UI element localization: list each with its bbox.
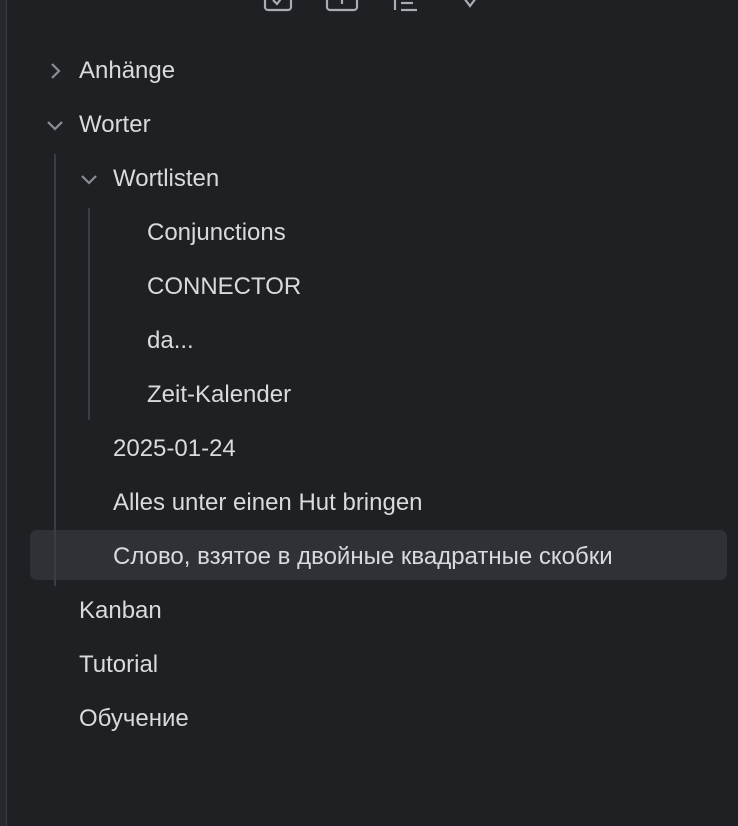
tree-folder-item[interactable]: Wortlisten — [0, 152, 738, 206]
tree-item-label: Tutorial — [79, 651, 159, 678]
tree-item-label: da... — [147, 327, 194, 354]
file-explorer-toolbar — [260, 0, 516, 14]
tree-item-label: Conjunctions — [147, 219, 286, 246]
tree-item-label: Alles unter einen Hut bringen — [113, 489, 423, 516]
new-note-button[interactable] — [260, 0, 296, 14]
indent-guide-level-1 — [54, 154, 56, 586]
tree-item-label: Обучение — [79, 705, 189, 732]
tree-folder-item[interactable]: Worter — [0, 98, 738, 152]
tree-item-label: CONNECTOR — [147, 273, 302, 300]
tree-file-item[interactable]: Conjunctions — [0, 206, 738, 260]
new-note-icon — [263, 0, 293, 12]
tree-item-label: Anhänge — [79, 57, 176, 84]
sort-icon — [393, 0, 417, 12]
tree-file-item[interactable]: Обучение — [0, 692, 738, 746]
tree-file-item[interactable]: Zeit-Kalender — [0, 368, 738, 422]
tree-file-item[interactable]: 2025-01-24 — [0, 422, 738, 476]
chevron-right-icon[interactable] — [45, 61, 65, 81]
indent-guide-level-2 — [88, 208, 90, 420]
tree-item-label: Worter — [79, 111, 151, 138]
new-folder-button[interactable] — [324, 0, 360, 14]
sort-button[interactable] — [388, 0, 424, 14]
collapse-all-button[interactable] — [452, 0, 488, 14]
tree-item-label: Wortlisten — [113, 165, 220, 192]
tree-file-item[interactable]: Alles unter einen Hut bringen — [0, 476, 738, 530]
tree-item-label: Kanban — [79, 597, 162, 624]
tree-item-label: Zeit-Kalender — [147, 381, 292, 408]
tree-item-label: Слово, взятое в двойные квадратные скобк… — [113, 543, 613, 570]
chevron-down-icon[interactable] — [79, 169, 99, 189]
chevron-down-icon[interactable] — [45, 115, 65, 135]
collapse-all-icon — [464, 0, 476, 8]
tree-file-item[interactable]: CONNECTOR — [0, 260, 738, 314]
tree-file-item[interactable]: Слово, взятое в двойные квадратные скобк… — [0, 530, 738, 584]
tree-file-item[interactable]: da... — [0, 314, 738, 368]
tree-file-item[interactable]: Tutorial — [0, 638, 738, 692]
new-folder-icon — [325, 0, 359, 12]
file-tree: Anhänge Worter Wortlisten Conjunctions CONNE… — [0, 44, 738, 746]
tree-item-label: 2025-01-24 — [113, 435, 236, 462]
tree-file-item[interactable]: Kanban — [0, 584, 738, 638]
tree-folder-item[interactable]: Anhänge — [0, 44, 738, 98]
